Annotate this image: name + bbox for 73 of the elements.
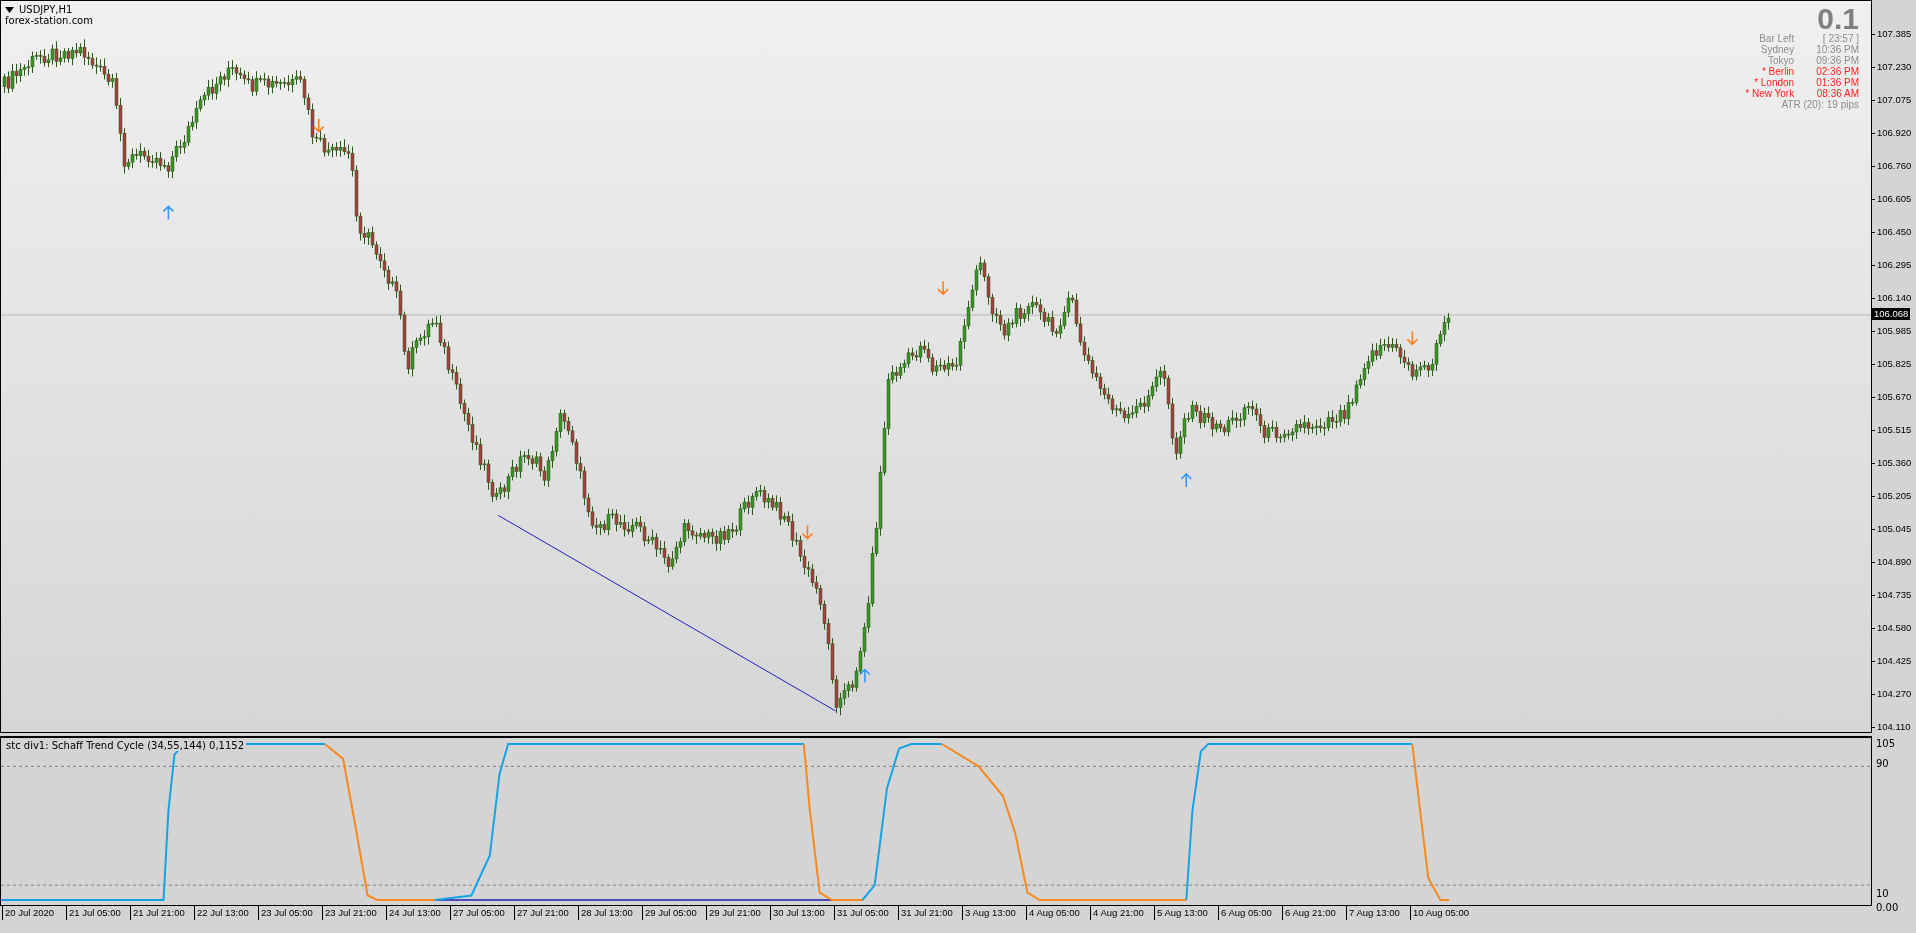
down-arrow-icon: [1406, 330, 1419, 346]
time-label: 23 Jul 21:00: [322, 906, 386, 920]
price-label: 105.670: [1872, 391, 1916, 424]
price-label: 105.515: [1872, 424, 1916, 457]
price-label: 106.760: [1872, 160, 1916, 193]
time-label: 21 Jul 05:00: [66, 906, 130, 920]
price-label: 106.920: [1872, 127, 1916, 160]
price-label: 106.450: [1872, 226, 1916, 259]
session-time: 09:36 PM: [1816, 55, 1859, 66]
bar-timer-value: 0.1: [1816, 5, 1859, 33]
chart-subtitle: forex-station.com: [5, 15, 93, 26]
indicator-axis-label: 105: [1876, 738, 1897, 750]
time-label: 4 Aug 05:00: [1026, 906, 1090, 920]
price-label: 104.270: [1872, 688, 1916, 721]
session-label: Sydney: [1759, 44, 1795, 55]
session-label: * New York: [1745, 88, 1795, 99]
time-label: 23 Jul 05:00: [258, 906, 322, 920]
session-label: * London: [1753, 77, 1795, 88]
time-label: 4 Aug 21:00: [1090, 906, 1154, 920]
indicator-label: stc div1: Schaff Trend Cycle (34,55,144) 0,1152: [6, 740, 247, 751]
session-time: 10:36 PM: [1816, 44, 1859, 55]
price-label: 104.890: [1872, 556, 1916, 589]
price-label: 105.825: [1872, 358, 1916, 391]
price-label: 105.045: [1872, 523, 1916, 556]
price-label: 104.735: [1872, 589, 1916, 622]
down-arrow-icon: [801, 524, 814, 540]
time-label: 3 Aug 13:00: [962, 906, 1026, 920]
price-label: 107.385: [1872, 28, 1916, 61]
chart-title: USDJPY,H1: [19, 4, 73, 15]
session-time: 02:36 PM: [1816, 66, 1859, 77]
time-label: 30 Jul 13:00: [770, 906, 834, 920]
session-label: Tokyo: [1768, 55, 1795, 66]
price-label: 106.295: [1872, 259, 1916, 292]
time-label: 7 Aug 13:00: [1346, 906, 1410, 920]
session-time: 08:36 AM: [1816, 88, 1859, 99]
price-label: 107.075: [1872, 94, 1916, 127]
time-label: 22 Jul 13:00: [194, 906, 258, 920]
time-label: 5 Aug 13:00: [1154, 906, 1218, 920]
session-time: [ 23:57 ]: [1822, 33, 1859, 44]
time-label: 27 Jul 05:00: [450, 906, 514, 920]
time-label: 27 Jul 21:00: [514, 906, 578, 920]
session-label: Bar Left: [1758, 33, 1795, 44]
time-label: 6 Aug 05:00: [1218, 906, 1282, 920]
atr-label: ATR (20): 19 pips: [1780, 99, 1859, 110]
up-arrow-icon: [162, 205, 175, 221]
time-label: 29 Jul 21:00: [706, 906, 770, 920]
up-arrow-icon: [859, 668, 871, 684]
price-label: 105.205: [1872, 490, 1916, 523]
price-label: 104.580: [1872, 622, 1916, 655]
time-label: 20 Jul 2020: [2, 906, 66, 920]
time-label: 10 Aug 05:00: [1410, 906, 1474, 920]
price-label: 107.230: [1872, 61, 1916, 94]
time-label: 28 Jul 13:00: [578, 906, 642, 920]
down-arrow-icon: [312, 117, 325, 133]
dropdown-icon[interactable]: [5, 6, 14, 13]
time-label: 6 Aug 21:00: [1282, 906, 1346, 920]
session-time: 01:36 PM: [1816, 77, 1859, 88]
price-label: 106.605: [1872, 193, 1916, 226]
down-arrow-icon: [937, 280, 949, 296]
session-label: * Berlin: [1760, 66, 1795, 77]
price-label: 104.425: [1872, 655, 1916, 688]
up-arrow-icon: [1180, 472, 1193, 488]
time-label: 24 Jul 13:00: [386, 906, 450, 920]
price-label: 105.360: [1872, 457, 1916, 490]
indicator-axis-label: 10: [1876, 888, 1890, 900]
indicator-axis-label: 90: [1876, 758, 1890, 770]
time-label: 21 Jul 21:00: [130, 906, 194, 920]
time-label: 29 Jul 05:00: [642, 906, 706, 920]
time-label: 31 Jul 05:00: [834, 906, 898, 920]
price-label: 105.985: [1872, 325, 1916, 358]
current-price-label: 106.068: [1872, 308, 1911, 320]
time-label: 31 Jul 21:00: [898, 906, 962, 920]
indicator-axis-label: 0.00: [1876, 902, 1900, 914]
